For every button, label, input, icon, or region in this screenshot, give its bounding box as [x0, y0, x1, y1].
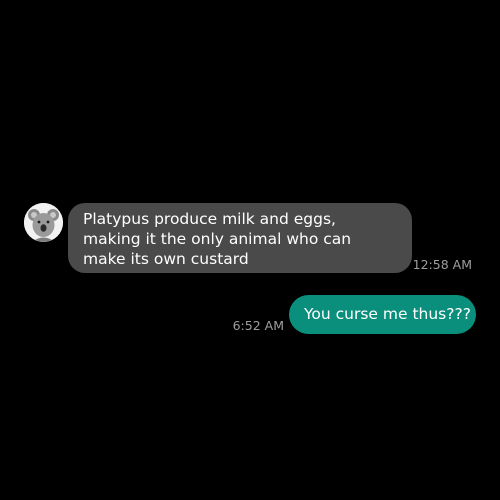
outgoing-message-text: You curse me thus??? [304, 305, 471, 323]
incoming-message-text: Platypus produce milk and eggs, making i… [83, 210, 352, 268]
koala-avatar-icon[interactable] [24, 203, 63, 242]
outgoing-message-timestamp: 6:52 AM [232, 318, 284, 333]
chat-screen: Platypus produce milk and eggs, making i… [0, 0, 500, 500]
outgoing-message-bubble[interactable]: You curse me thus??? [289, 295, 476, 334]
incoming-message-timestamp: 12:58 AM [412, 257, 472, 272]
incoming-message-bubble[interactable]: Platypus produce milk and eggs, making i… [68, 203, 412, 273]
